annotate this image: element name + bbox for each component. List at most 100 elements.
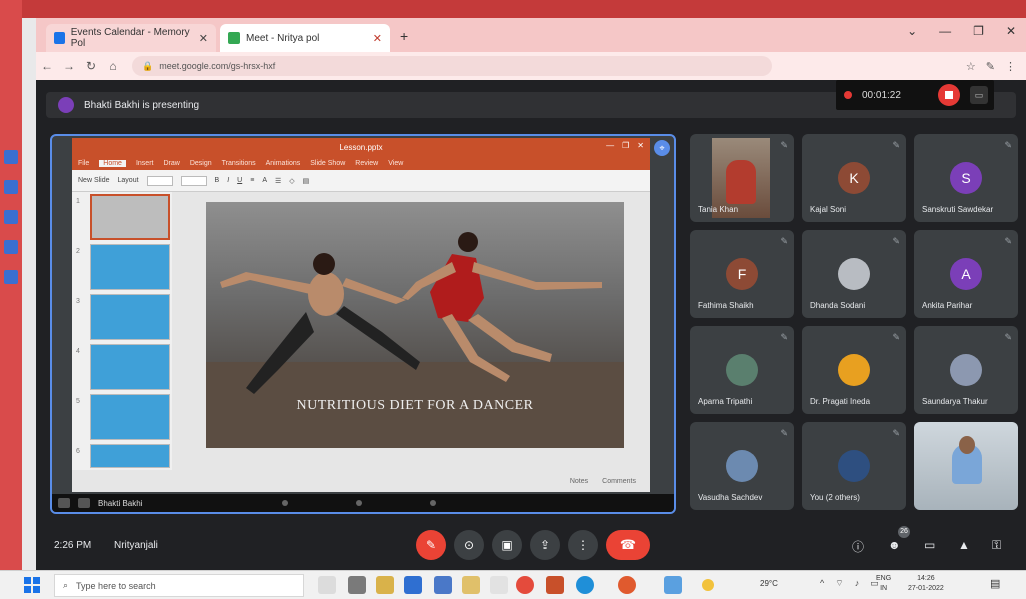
tab-meet[interactable]: Meet - Nritya pol ✕ <box>220 24 390 52</box>
url-input[interactable]: 🔒 meet.google.com/gs-hrsx-hxf <box>132 56 772 76</box>
chevron-up-icon[interactable]: ^ <box>820 578 824 589</box>
app-icon[interactable] <box>664 576 682 594</box>
menu-design[interactable]: Design <box>190 160 212 167</box>
present-button[interactable]: ⇪ <box>530 530 560 560</box>
participant-tile[interactable]: F ✎ Fathima Shaikh <box>690 230 794 318</box>
extension-icon[interactable]: ✎ <box>986 60 995 73</box>
volume-icon[interactable]: ♪ <box>855 578 860 589</box>
info-icon[interactable]: ⓘ <box>852 538 864 555</box>
slide-thumbnail[interactable] <box>90 244 170 290</box>
desktop-icon[interactable] <box>4 150 18 164</box>
home-icon[interactable]: ⌂ <box>102 59 124 73</box>
close-icon[interactable]: ✕ <box>373 32 382 45</box>
task-view-icon[interactable] <box>318 576 336 594</box>
arrange-icon[interactable]: ▤ <box>303 177 310 185</box>
participant-tile[interactable] <box>914 422 1018 510</box>
font-select[interactable] <box>146 175 173 186</box>
menu-insert[interactable]: Insert <box>136 160 154 167</box>
windows-start-icon[interactable] <box>24 577 40 593</box>
participant-tile[interactable]: ✎ Dr. Pragati Ineda <box>802 326 906 414</box>
app-icon[interactable] <box>490 576 508 594</box>
italic-icon[interactable]: I <box>227 177 229 184</box>
bold-icon[interactable]: B <box>215 177 220 184</box>
menu-slideshow[interactable]: Slide Show <box>310 160 345 167</box>
minimize-icon[interactable]: — <box>606 141 614 150</box>
comments-button[interactable]: Comments <box>602 478 636 485</box>
align-icon[interactable]: ≡ <box>250 177 254 184</box>
camera-button[interactable]: ⊙ <box>454 530 484 560</box>
slide-thumbnail[interactable] <box>90 344 170 390</box>
slide-thumbnail[interactable] <box>90 394 170 440</box>
underline-icon[interactable]: U <box>237 177 242 184</box>
reload-icon[interactable]: ↻ <box>80 59 102 73</box>
language-indicator[interactable]: ENG IN <box>876 574 891 594</box>
folder-icon[interactable] <box>462 576 480 594</box>
slide-thumbnail[interactable] <box>90 444 170 468</box>
menu-transitions[interactable]: Transitions <box>222 160 256 167</box>
host-controls-icon[interactable]: ⚿ <box>992 538 1001 553</box>
store-icon[interactable] <box>404 576 422 594</box>
font-size-select[interactable] <box>180 175 207 186</box>
maximize-icon[interactable]: ❐ <box>973 24 984 38</box>
font-color-icon[interactable]: A <box>262 177 267 184</box>
people-icon[interactable]: ☻ <box>888 538 901 552</box>
edge-icon[interactable] <box>576 576 594 594</box>
tab-events-calendar[interactable]: Events Calendar - Memory Pol ✕ <box>46 24 216 52</box>
chat-icon[interactable]: ▭ <box>924 538 935 552</box>
star-icon[interactable]: ☆ <box>966 60 976 73</box>
new-slide-button[interactable]: New Slide <box>78 177 110 184</box>
participant-tile[interactable]: S ✎ Sanskruti Sawdekar <box>914 134 1018 222</box>
taskbar-clock[interactable]: 14:26 27-01-2022 <box>908 574 944 594</box>
taskbar-search[interactable]: ⌕ Type here to search <box>54 574 304 597</box>
close-window-icon[interactable]: ✕ <box>1006 24 1016 38</box>
menu-file[interactable]: File <box>78 160 89 167</box>
back-icon[interactable]: ← <box>36 59 58 73</box>
desktop-icon[interactable] <box>4 270 18 284</box>
tab-search-icon[interactable]: ⌄ <box>907 24 917 38</box>
file-explorer-icon[interactable] <box>376 576 394 594</box>
participant-tile[interactable]: A ✎ Ankita Parihar <box>914 230 1018 318</box>
participant-tile[interactable]: ✎ Dhanda Sodani <box>802 230 906 318</box>
shapes-icon[interactable]: ◇ <box>289 177 294 185</box>
pin-icon[interactable]: ⌖ <box>654 140 670 156</box>
captions-button[interactable]: ▣ <box>492 530 522 560</box>
slide-thumbnail[interactable] <box>90 294 170 340</box>
notes-button[interactable]: Notes <box>570 478 588 485</box>
participant-tile[interactable]: ✎ Vasudha Sachdev <box>690 422 794 510</box>
pip-icon[interactable]: ▭ <box>970 86 988 104</box>
notification-icon[interactable]: ▤ <box>990 577 1000 590</box>
mic-off-button[interactable]: ✎ <box>416 530 446 560</box>
current-slide[interactable]: NUTRITIOUS DIET FOR A DANCER <box>206 202 624 448</box>
participant-tile[interactable]: ✎ You (2 others) <box>802 422 906 510</box>
desktop-icon[interactable] <box>4 210 18 224</box>
stop-recording-button[interactable] <box>938 84 960 106</box>
participant-tile[interactable]: K ✎ Kajal Soni <box>802 134 906 222</box>
more-options-button[interactable]: ⋮ <box>568 530 598 560</box>
network-icon[interactable]: ⌔ <box>835 578 843 589</box>
bullets-icon[interactable]: ☰ <box>275 177 281 185</box>
menu-view[interactable]: View <box>388 160 403 167</box>
participant-tile[interactable]: ✎ Saundarya Thakur <box>914 326 1018 414</box>
menu-icon[interactable]: ⋮ <box>1005 60 1016 73</box>
chrome-icon[interactable] <box>516 576 534 594</box>
maximize-icon[interactable]: ❐ <box>622 141 629 150</box>
minimize-icon[interactable]: — <box>939 24 951 38</box>
widgets-icon[interactable] <box>348 576 366 594</box>
end-call-button[interactable]: ☎ <box>606 530 650 560</box>
menu-review[interactable]: Review <box>355 160 378 167</box>
menu-home[interactable]: Home <box>99 159 126 167</box>
office-icon[interactable] <box>618 576 636 594</box>
forward-icon[interactable]: → <box>58 59 80 73</box>
participant-tile[interactable]: ✎ Aparna Tripathi <box>690 326 794 414</box>
activities-icon[interactable]: ▲ <box>958 538 970 552</box>
close-icon[interactable]: ✕ <box>637 141 644 150</box>
close-icon[interactable]: ✕ <box>199 32 208 45</box>
desktop-icon[interactable] <box>4 180 18 194</box>
menu-animations[interactable]: Animations <box>266 160 301 167</box>
slide-thumbnail[interactable] <box>90 194 170 240</box>
app-icon[interactable] <box>434 576 452 594</box>
weather-icon[interactable] <box>702 579 714 591</box>
menu-draw[interactable]: Draw <box>163 160 179 167</box>
participant-tile[interactable]: ✎ Tania Khan <box>690 134 794 222</box>
new-tab-button[interactable]: + <box>400 28 408 44</box>
